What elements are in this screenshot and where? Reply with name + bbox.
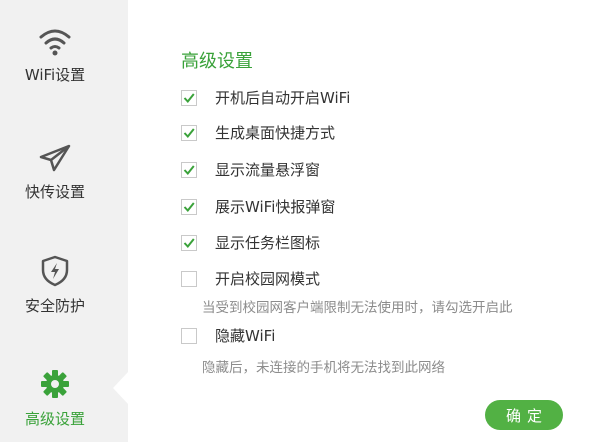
sidebar-item-wifi[interactable]: WiFi设置	[0, 26, 110, 85]
active-indicator	[113, 372, 128, 404]
option-description: 当受到校园网客户端限制无法使用时，请勾选开启此	[202, 300, 513, 316]
paper-plane-icon	[39, 144, 71, 172]
sidebar-item-label: 安全防护	[24, 297, 85, 315]
checkmark-icon	[183, 93, 195, 104]
checkbox[interactable]	[181, 90, 197, 106]
sidebar-item-label: 快传设置	[24, 183, 85, 201]
option-label: 开启校园网模式	[215, 270, 321, 288]
sidebar-item-label: WiFi设置	[24, 66, 86, 84]
page-title: 高级设置	[181, 51, 253, 72]
option-label: 显示任务栏图标	[215, 234, 321, 252]
option-label: 显示流量悬浮窗	[215, 161, 321, 179]
checkmark-icon	[183, 238, 195, 249]
sidebar-item-label: 高级设置	[24, 410, 85, 428]
option-label: 隐藏WiFi	[215, 327, 276, 345]
checkmark-icon	[183, 202, 195, 213]
sidebar: WiFi设置 快传设置 安全防护 高级设置	[0, 0, 128, 442]
option-label: 开机后自动开启WiFi	[215, 89, 351, 107]
option-label: 展示WiFi快报弹窗	[215, 198, 336, 216]
checkbox[interactable]	[181, 328, 197, 344]
gear-icon	[41, 370, 69, 398]
checkmark-icon	[183, 165, 195, 176]
checkbox[interactable]	[181, 235, 197, 251]
ok-button[interactable]: 确定	[485, 400, 563, 430]
checkbox[interactable]	[181, 162, 197, 178]
option-description: 隐藏后，未连接的手机将无法找到此网络	[202, 360, 445, 376]
checkbox[interactable]	[181, 199, 197, 215]
sidebar-item-security[interactable]: 安全防护	[0, 255, 110, 316]
sidebar-item-advanced[interactable]: 高级设置	[0, 368, 110, 429]
shield-bolt-icon	[41, 255, 69, 287]
sidebar-item-quick-transfer[interactable]: 快传设置	[0, 143, 110, 202]
checkmark-icon	[183, 128, 195, 139]
checkbox[interactable]	[181, 125, 197, 141]
option-label: 生成桌面快捷方式	[215, 124, 336, 142]
wifi-icon	[39, 29, 71, 56]
checkbox[interactable]	[181, 271, 197, 287]
